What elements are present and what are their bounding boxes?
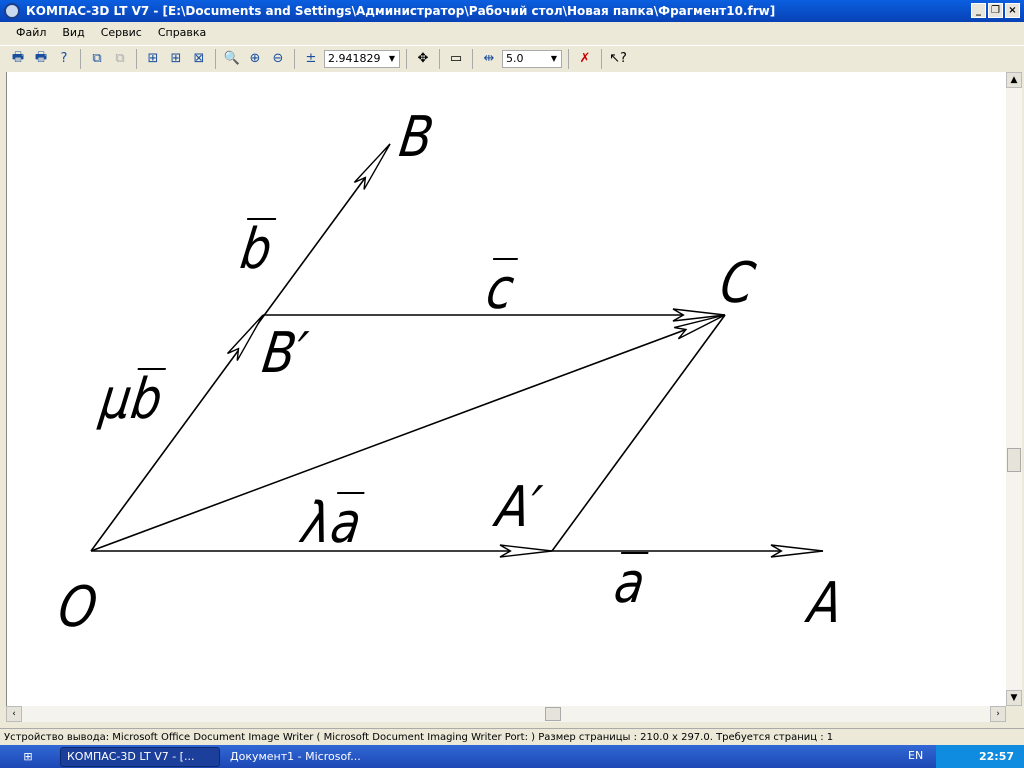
arrowhead-mu-b: [227, 314, 264, 361]
window-title: КОМПАС-3D LT V7 - [E:\Documents and Sett…: [26, 4, 776, 18]
system-tray: 22:57: [936, 745, 1024, 768]
layout-grid-icon[interactable]: ⊠: [189, 49, 209, 69]
zoom-in-icon[interactable]: ⊕: [245, 49, 265, 69]
clock: 22:57: [978, 750, 1014, 763]
label-lambda-a: λa: [298, 491, 366, 556]
horizontal-scroll-thumb[interactable]: [545, 707, 561, 721]
task-word[interactable]: Документ1 - Microsof...: [224, 747, 374, 767]
drawing-canvas[interactable]: B b c C B′ μb λa A′ O a A: [6, 72, 1006, 706]
horizontal-scrollbar[interactable]: [6, 706, 1006, 722]
zoom-out-icon[interactable]: ⊖: [268, 49, 288, 69]
zoom-combo[interactable]: 2.941829 ▼: [324, 49, 400, 68]
scroll-down-button[interactable]: ▼: [1006, 690, 1022, 706]
status-bar: Устройство вывода: Microsoft Office Docu…: [0, 728, 1024, 745]
close-preview-icon[interactable]: ✗: [575, 49, 595, 69]
page-preview-icon[interactable]: ▭: [446, 49, 466, 69]
arrowhead-b: [353, 143, 391, 190]
kompas-logo-icon: [4, 3, 20, 19]
toolbar: 🖶 🖶 ? ⧉ ⧉ ⊞ ⊞ ⊠ 🔍 ⊕ ⊖ ± 2.941829 ▼ ✥ ▭ ⇹ …: [0, 45, 1024, 71]
zoom-value: 2.941829: [328, 52, 381, 65]
zoom-window-icon[interactable]: 🔍: [222, 49, 242, 69]
help-doc-icon[interactable]: ?: [54, 49, 74, 69]
chevron-down-icon: ▼: [550, 54, 558, 63]
label-A-prime: A′: [492, 475, 546, 540]
step-combo[interactable]: 5.0 ▼: [502, 49, 562, 68]
layout-rotate-left-icon[interactable]: ⊞: [143, 49, 163, 69]
pan-icon[interactable]: ✥: [413, 49, 433, 69]
chevron-down-icon: ▼: [388, 54, 396, 63]
vertical-scroll-thumb[interactable]: [1007, 448, 1021, 472]
menu-view[interactable]: Вид: [62, 26, 84, 39]
menu-bar: Файл Вид Сервис Справка: [0, 22, 1024, 43]
vertical-scrollbar[interactable]: [1006, 72, 1022, 706]
task-kompas[interactable]: КОМПАС-3D LT V7 - [...: [60, 746, 220, 767]
scroll-right-button[interactable]: ›: [990, 706, 1006, 722]
zoom-scale-icon[interactable]: ±: [301, 49, 321, 69]
step-value: 5.0: [506, 52, 524, 65]
language-indicator[interactable]: EN: [908, 749, 923, 762]
menu-help[interactable]: Справка: [158, 26, 206, 39]
layout-rotate-right-icon[interactable]: ⊞: [166, 49, 186, 69]
label-B-prime: B′: [258, 321, 312, 386]
add-sheet-icon[interactable]: ⧉: [87, 49, 107, 69]
context-help-icon[interactable]: ↖?: [608, 49, 628, 69]
taskbar: ⊞ КОМПАС-3D LT V7 - [... Документ1 - Mic…: [0, 745, 1024, 768]
remove-sheet-icon[interactable]: ⧉: [110, 49, 130, 69]
scroll-left-button[interactable]: ‹: [6, 706, 22, 722]
label-O: O: [54, 575, 102, 640]
restore-button[interactable]: ❐: [988, 3, 1003, 18]
menu-service[interactable]: Сервис: [101, 26, 142, 39]
label-mu-b: μb: [96, 367, 167, 432]
start-windows-icon[interactable]: ⊞: [0, 750, 56, 763]
print-icon[interactable]: 🖶: [8, 49, 28, 69]
scroll-up-button[interactable]: ▲: [1006, 72, 1022, 88]
line-O-C: [90, 314, 726, 552]
title-bar: КОМПАС-3D LT V7 - [E:\Documents and Sett…: [0, 0, 1024, 22]
print-help-icon[interactable]: 🖶: [31, 49, 51, 69]
step-icon[interactable]: ⇹: [479, 49, 499, 69]
menu-file[interactable]: Файл: [16, 26, 46, 39]
minimize-button[interactable]: _: [971, 3, 986, 18]
close-button[interactable]: ×: [1005, 3, 1020, 18]
line-Aprime-C: [551, 314, 726, 552]
